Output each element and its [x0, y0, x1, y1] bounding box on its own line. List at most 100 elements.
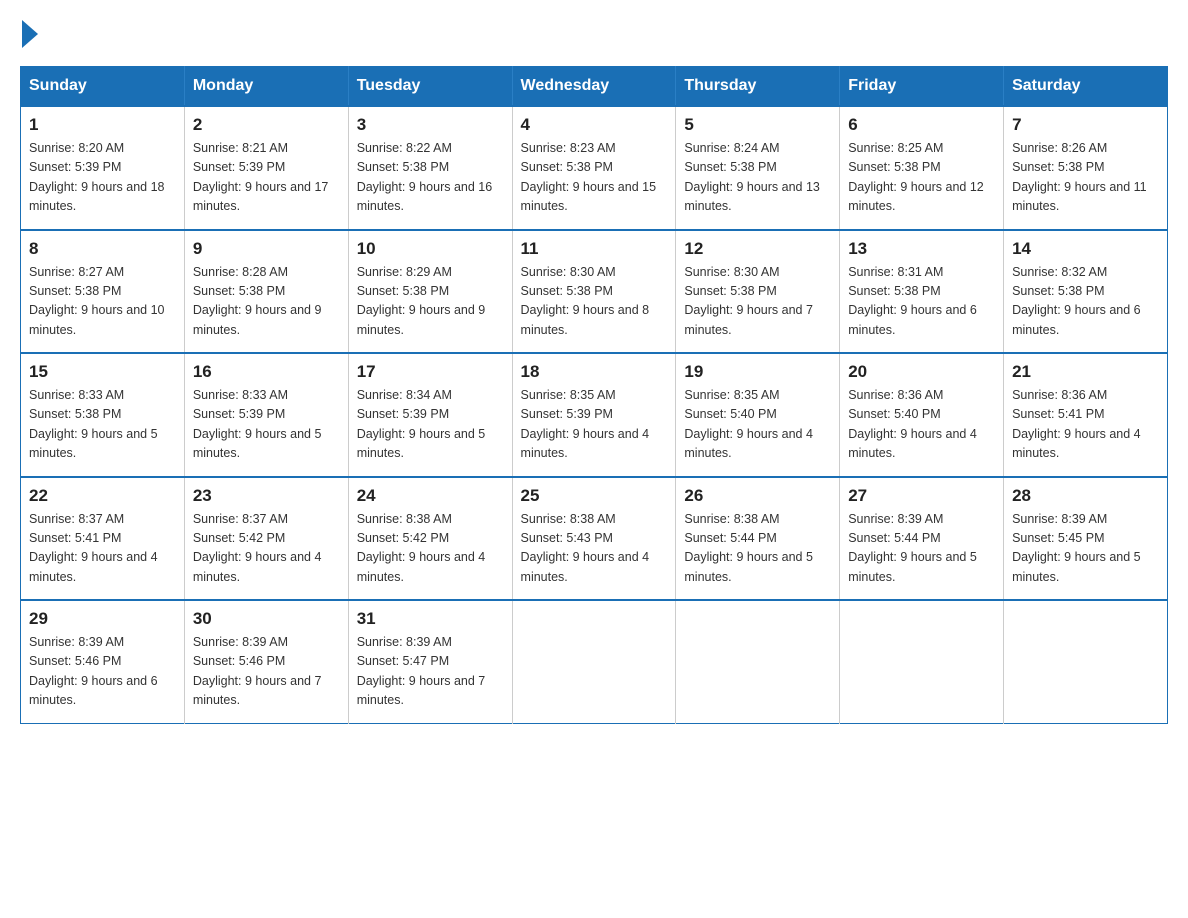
calendar-cell: 4 Sunrise: 8:23 AMSunset: 5:38 PMDaylight… — [512, 106, 676, 230]
calendar-cell: 21 Sunrise: 8:36 AMSunset: 5:41 PMDayligh… — [1004, 353, 1168, 477]
day-info: Sunrise: 8:38 AMSunset: 5:44 PMDaylight:… — [684, 510, 831, 588]
logo-arrow-icon — [22, 20, 38, 48]
day-info: Sunrise: 8:39 AMSunset: 5:46 PMDaylight:… — [193, 633, 340, 711]
calendar-cell: 8 Sunrise: 8:27 AMSunset: 5:38 PMDaylight… — [21, 230, 185, 354]
calendar-cell: 24Sunrise: 8:38 AMSunset: 5:42 PMDayligh… — [348, 477, 512, 601]
day-number: 27 — [848, 486, 995, 506]
calendar-week-row: 22 Sunrise: 8:37 AMSunset: 5:41 PMDayligh… — [21, 477, 1168, 601]
calendar-cell: 14 Sunrise: 8:32 AMSunset: 5:38 PMDayligh… — [1004, 230, 1168, 354]
calendar-week-row: 1 Sunrise: 8:20 AMSunset: 5:39 PMDaylight… — [21, 106, 1168, 230]
day-info: Sunrise: 8:37 AMSunset: 5:42 PMDaylight:… — [193, 510, 340, 588]
calendar-cell: 18 Sunrise: 8:35 AMSunset: 5:39 PMDayligh… — [512, 353, 676, 477]
calendar-cell: 2 Sunrise: 8:21 AMSunset: 5:39 PMDaylight… — [184, 106, 348, 230]
day-number: 10 — [357, 239, 504, 259]
page-header — [20, 20, 1168, 48]
day-number: 6 — [848, 115, 995, 135]
calendar-cell: 9Sunrise: 8:28 AMSunset: 5:38 PMDaylight… — [184, 230, 348, 354]
day-info: Sunrise: 8:29 AMSunset: 5:38 PMDaylight:… — [357, 263, 504, 341]
day-number: 7 — [1012, 115, 1159, 135]
calendar-cell: 1 Sunrise: 8:20 AMSunset: 5:39 PMDaylight… — [21, 106, 185, 230]
col-header-friday: Friday — [840, 67, 1004, 107]
day-info: Sunrise: 8:39 AMSunset: 5:45 PMDaylight:… — [1012, 510, 1159, 588]
col-header-monday: Monday — [184, 67, 348, 107]
calendar-cell: 19Sunrise: 8:35 AMSunset: 5:40 PMDayligh… — [676, 353, 840, 477]
day-number: 12 — [684, 239, 831, 259]
day-info: Sunrise: 8:38 AMSunset: 5:42 PMDaylight:… — [357, 510, 504, 588]
calendar-cell: 3 Sunrise: 8:22 AMSunset: 5:38 PMDaylight… — [348, 106, 512, 230]
day-info: Sunrise: 8:32 AMSunset: 5:38 PMDaylight:… — [1012, 263, 1159, 341]
day-info: Sunrise: 8:21 AMSunset: 5:39 PMDaylight:… — [193, 139, 340, 217]
calendar-table: SundayMondayTuesdayWednesdayThursdayFrid… — [20, 66, 1168, 724]
col-header-saturday: Saturday — [1004, 67, 1168, 107]
calendar-cell: 23Sunrise: 8:37 AMSunset: 5:42 PMDayligh… — [184, 477, 348, 601]
day-number: 18 — [521, 362, 668, 382]
day-info: Sunrise: 8:23 AMSunset: 5:38 PMDaylight:… — [521, 139, 668, 217]
calendar-week-row: 15 Sunrise: 8:33 AMSunset: 5:38 PMDayligh… — [21, 353, 1168, 477]
col-header-thursday: Thursday — [676, 67, 840, 107]
day-number: 29 — [29, 609, 176, 629]
day-number: 14 — [1012, 239, 1159, 259]
calendar-cell: 13 Sunrise: 8:31 AMSunset: 5:38 PMDayligh… — [840, 230, 1004, 354]
day-number: 11 — [521, 239, 668, 259]
day-info: Sunrise: 8:22 AMSunset: 5:38 PMDaylight:… — [357, 139, 504, 217]
day-info: Sunrise: 8:35 AMSunset: 5:39 PMDaylight:… — [521, 386, 668, 464]
day-info: Sunrise: 8:30 AMSunset: 5:38 PMDaylight:… — [684, 263, 831, 341]
day-number: 1 — [29, 115, 176, 135]
day-number: 16 — [193, 362, 340, 382]
day-info: Sunrise: 8:31 AMSunset: 5:38 PMDaylight:… — [848, 263, 995, 341]
day-number: 2 — [193, 115, 340, 135]
day-number: 3 — [357, 115, 504, 135]
calendar-cell: 7 Sunrise: 8:26 AMSunset: 5:38 PMDaylight… — [1004, 106, 1168, 230]
day-info: Sunrise: 8:36 AMSunset: 5:40 PMDaylight:… — [848, 386, 995, 464]
day-info: Sunrise: 8:36 AMSunset: 5:41 PMDaylight:… — [1012, 386, 1159, 464]
calendar-cell: 6 Sunrise: 8:25 AMSunset: 5:38 PMDaylight… — [840, 106, 1004, 230]
calendar-cell: 12 Sunrise: 8:30 AMSunset: 5:38 PMDayligh… — [676, 230, 840, 354]
day-number: 28 — [1012, 486, 1159, 506]
calendar-week-row: 29 Sunrise: 8:39 AMSunset: 5:46 PMDayligh… — [21, 600, 1168, 723]
day-number: 25 — [521, 486, 668, 506]
day-info: Sunrise: 8:24 AMSunset: 5:38 PMDaylight:… — [684, 139, 831, 217]
day-info: Sunrise: 8:39 AMSunset: 5:47 PMDaylight:… — [357, 633, 504, 711]
calendar-cell — [676, 600, 840, 723]
calendar-cell: 20 Sunrise: 8:36 AMSunset: 5:40 PMDayligh… — [840, 353, 1004, 477]
day-number: 21 — [1012, 362, 1159, 382]
day-info: Sunrise: 8:39 AMSunset: 5:46 PMDaylight:… — [29, 633, 176, 711]
day-number: 15 — [29, 362, 176, 382]
calendar-cell: 28 Sunrise: 8:39 AMSunset: 5:45 PMDayligh… — [1004, 477, 1168, 601]
logo — [20, 20, 38, 48]
calendar-cell — [512, 600, 676, 723]
calendar-cell: 10 Sunrise: 8:29 AMSunset: 5:38 PMDayligh… — [348, 230, 512, 354]
day-number: 20 — [848, 362, 995, 382]
col-header-sunday: Sunday — [21, 67, 185, 107]
day-info: Sunrise: 8:30 AMSunset: 5:38 PMDaylight:… — [521, 263, 668, 341]
day-number: 31 — [357, 609, 504, 629]
day-number: 13 — [848, 239, 995, 259]
calendar-cell: 27 Sunrise: 8:39 AMSunset: 5:44 PMDayligh… — [840, 477, 1004, 601]
day-number: 22 — [29, 486, 176, 506]
day-number: 8 — [29, 239, 176, 259]
day-info: Sunrise: 8:37 AMSunset: 5:41 PMDaylight:… — [29, 510, 176, 588]
calendar-cell — [840, 600, 1004, 723]
calendar-cell — [1004, 600, 1168, 723]
calendar-cell: 31 Sunrise: 8:39 AMSunset: 5:47 PMDayligh… — [348, 600, 512, 723]
calendar-week-row: 8 Sunrise: 8:27 AMSunset: 5:38 PMDaylight… — [21, 230, 1168, 354]
day-number: 4 — [521, 115, 668, 135]
day-info: Sunrise: 8:26 AMSunset: 5:38 PMDaylight:… — [1012, 139, 1159, 217]
day-number: 19 — [684, 362, 831, 382]
day-info: Sunrise: 8:33 AMSunset: 5:38 PMDaylight:… — [29, 386, 176, 464]
day-info: Sunrise: 8:39 AMSunset: 5:44 PMDaylight:… — [848, 510, 995, 588]
calendar-cell: 16 Sunrise: 8:33 AMSunset: 5:39 PMDayligh… — [184, 353, 348, 477]
day-info: Sunrise: 8:38 AMSunset: 5:43 PMDaylight:… — [521, 510, 668, 588]
calendar-cell: 17Sunrise: 8:34 AMSunset: 5:39 PMDayligh… — [348, 353, 512, 477]
calendar-cell: 26Sunrise: 8:38 AMSunset: 5:44 PMDayligh… — [676, 477, 840, 601]
day-info: Sunrise: 8:27 AMSunset: 5:38 PMDaylight:… — [29, 263, 176, 341]
calendar-cell: 29 Sunrise: 8:39 AMSunset: 5:46 PMDayligh… — [21, 600, 185, 723]
day-info: Sunrise: 8:33 AMSunset: 5:39 PMDaylight:… — [193, 386, 340, 464]
day-info: Sunrise: 8:20 AMSunset: 5:39 PMDaylight:… — [29, 139, 176, 217]
day-number: 30 — [193, 609, 340, 629]
calendar-cell: 11 Sunrise: 8:30 AMSunset: 5:38 PMDayligh… — [512, 230, 676, 354]
col-header-wednesday: Wednesday — [512, 67, 676, 107]
day-info: Sunrise: 8:28 AMSunset: 5:38 PMDaylight:… — [193, 263, 340, 341]
calendar-cell: 5Sunrise: 8:24 AMSunset: 5:38 PMDaylight… — [676, 106, 840, 230]
day-info: Sunrise: 8:25 AMSunset: 5:38 PMDaylight:… — [848, 139, 995, 217]
